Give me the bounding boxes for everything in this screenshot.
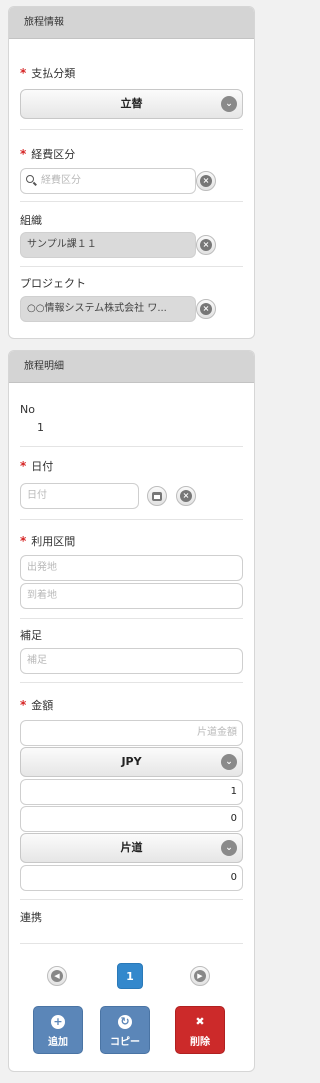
trip-type-select[interactable]: 片道 ⌄ xyxy=(20,833,243,863)
refresh-icon: ↻ xyxy=(118,1015,132,1029)
no-label: No xyxy=(20,403,35,416)
expense-type-label: * 経費区分 xyxy=(20,147,76,161)
project-field[interactable]: ○○情報システム株式会社 ワ... xyxy=(20,296,196,322)
chevron-down-icon: ⌄ xyxy=(221,96,237,112)
currency-select[interactable]: JPY ⌄ xyxy=(20,747,243,777)
oneway-amount-input[interactable]: 片道金額 xyxy=(20,720,243,746)
expense-type-clear-button[interactable]: × xyxy=(196,171,216,191)
divider xyxy=(20,129,243,130)
link-label: 連携 xyxy=(20,911,42,924)
required-mark: * xyxy=(20,534,27,548)
no-value: 1 xyxy=(37,421,44,434)
chevron-down-icon: ⌄ xyxy=(221,840,237,856)
close-icon: × xyxy=(180,490,192,502)
divider xyxy=(20,682,243,683)
expense-type-search-input[interactable]: 経費区分 xyxy=(20,168,196,194)
travel-info-panel: 旅程情報 * 支払分類 立替 ⌄ * 経費区分 経費区分 × 組織 サンプル課１１ … xyxy=(8,6,255,339)
copy-button[interactable]: ↻ コピー xyxy=(100,1006,150,1054)
delete-button[interactable]: ✖ 削除 xyxy=(175,1006,225,1054)
route-label: * 利用区間 xyxy=(20,534,76,548)
calendar-icon xyxy=(152,492,162,501)
total-amount-field[interactable]: 0 xyxy=(20,865,243,891)
required-mark: * xyxy=(20,66,27,80)
note-input[interactable]: 補足 xyxy=(20,648,243,674)
divider xyxy=(20,201,243,202)
pager-prev-button[interactable]: ◀ xyxy=(47,966,67,986)
chevron-down-icon: ⌄ xyxy=(221,754,237,770)
plus-icon: + xyxy=(51,1015,65,1029)
amount-label: * 金額 xyxy=(20,698,54,712)
travel-detail-title: 旅程明細 xyxy=(9,351,254,383)
arrival-input[interactable]: 到着地 xyxy=(20,583,243,609)
payment-type-label: * 支払分類 xyxy=(20,66,76,80)
close-icon: × xyxy=(200,175,212,187)
add-button[interactable]: + 追加 xyxy=(33,1006,83,1054)
divider xyxy=(20,943,243,944)
required-mark: * xyxy=(20,698,27,712)
travel-detail-panel: 旅程明細 No 1 * 日付 日付 × * 利用区間 出発地 到着地 補足 補足 *… xyxy=(8,350,255,1072)
close-icon: × xyxy=(200,303,212,315)
divider xyxy=(20,899,243,900)
pager-next-button[interactable]: ▶ xyxy=(190,966,210,986)
divider xyxy=(20,266,243,267)
note-label: 補足 xyxy=(20,629,42,642)
divider xyxy=(20,618,243,619)
pager-current-page[interactable]: 1 xyxy=(117,963,143,989)
required-mark: * xyxy=(20,459,27,473)
exchange-rate-field[interactable]: 1 xyxy=(20,779,243,805)
chevron-left-icon: ◀ xyxy=(51,970,63,982)
search-icon xyxy=(26,175,34,183)
travel-info-title: 旅程情報 xyxy=(9,7,254,39)
chevron-right-icon: ▶ xyxy=(194,970,206,982)
organization-field[interactable]: サンプル課１１ xyxy=(20,232,196,258)
departure-input[interactable]: 出発地 xyxy=(20,555,243,581)
close-icon: × xyxy=(200,239,212,251)
date-clear-button[interactable]: × xyxy=(176,486,196,506)
organization-clear-button[interactable]: × xyxy=(196,235,216,255)
required-mark: * xyxy=(20,147,27,161)
divider xyxy=(20,446,243,447)
project-label: プロジェクト xyxy=(20,277,86,290)
date-calendar-button[interactable] xyxy=(147,486,167,506)
payment-type-select[interactable]: 立替 ⌄ xyxy=(20,89,243,119)
project-clear-button[interactable]: × xyxy=(196,299,216,319)
date-input[interactable]: 日付 xyxy=(20,483,139,509)
organization-label: 組織 xyxy=(20,214,42,227)
date-label: * 日付 xyxy=(20,459,54,473)
divider xyxy=(20,519,243,520)
close-icon: ✖ xyxy=(195,1015,205,1028)
converted-amount-field[interactable]: 0 xyxy=(20,806,243,832)
